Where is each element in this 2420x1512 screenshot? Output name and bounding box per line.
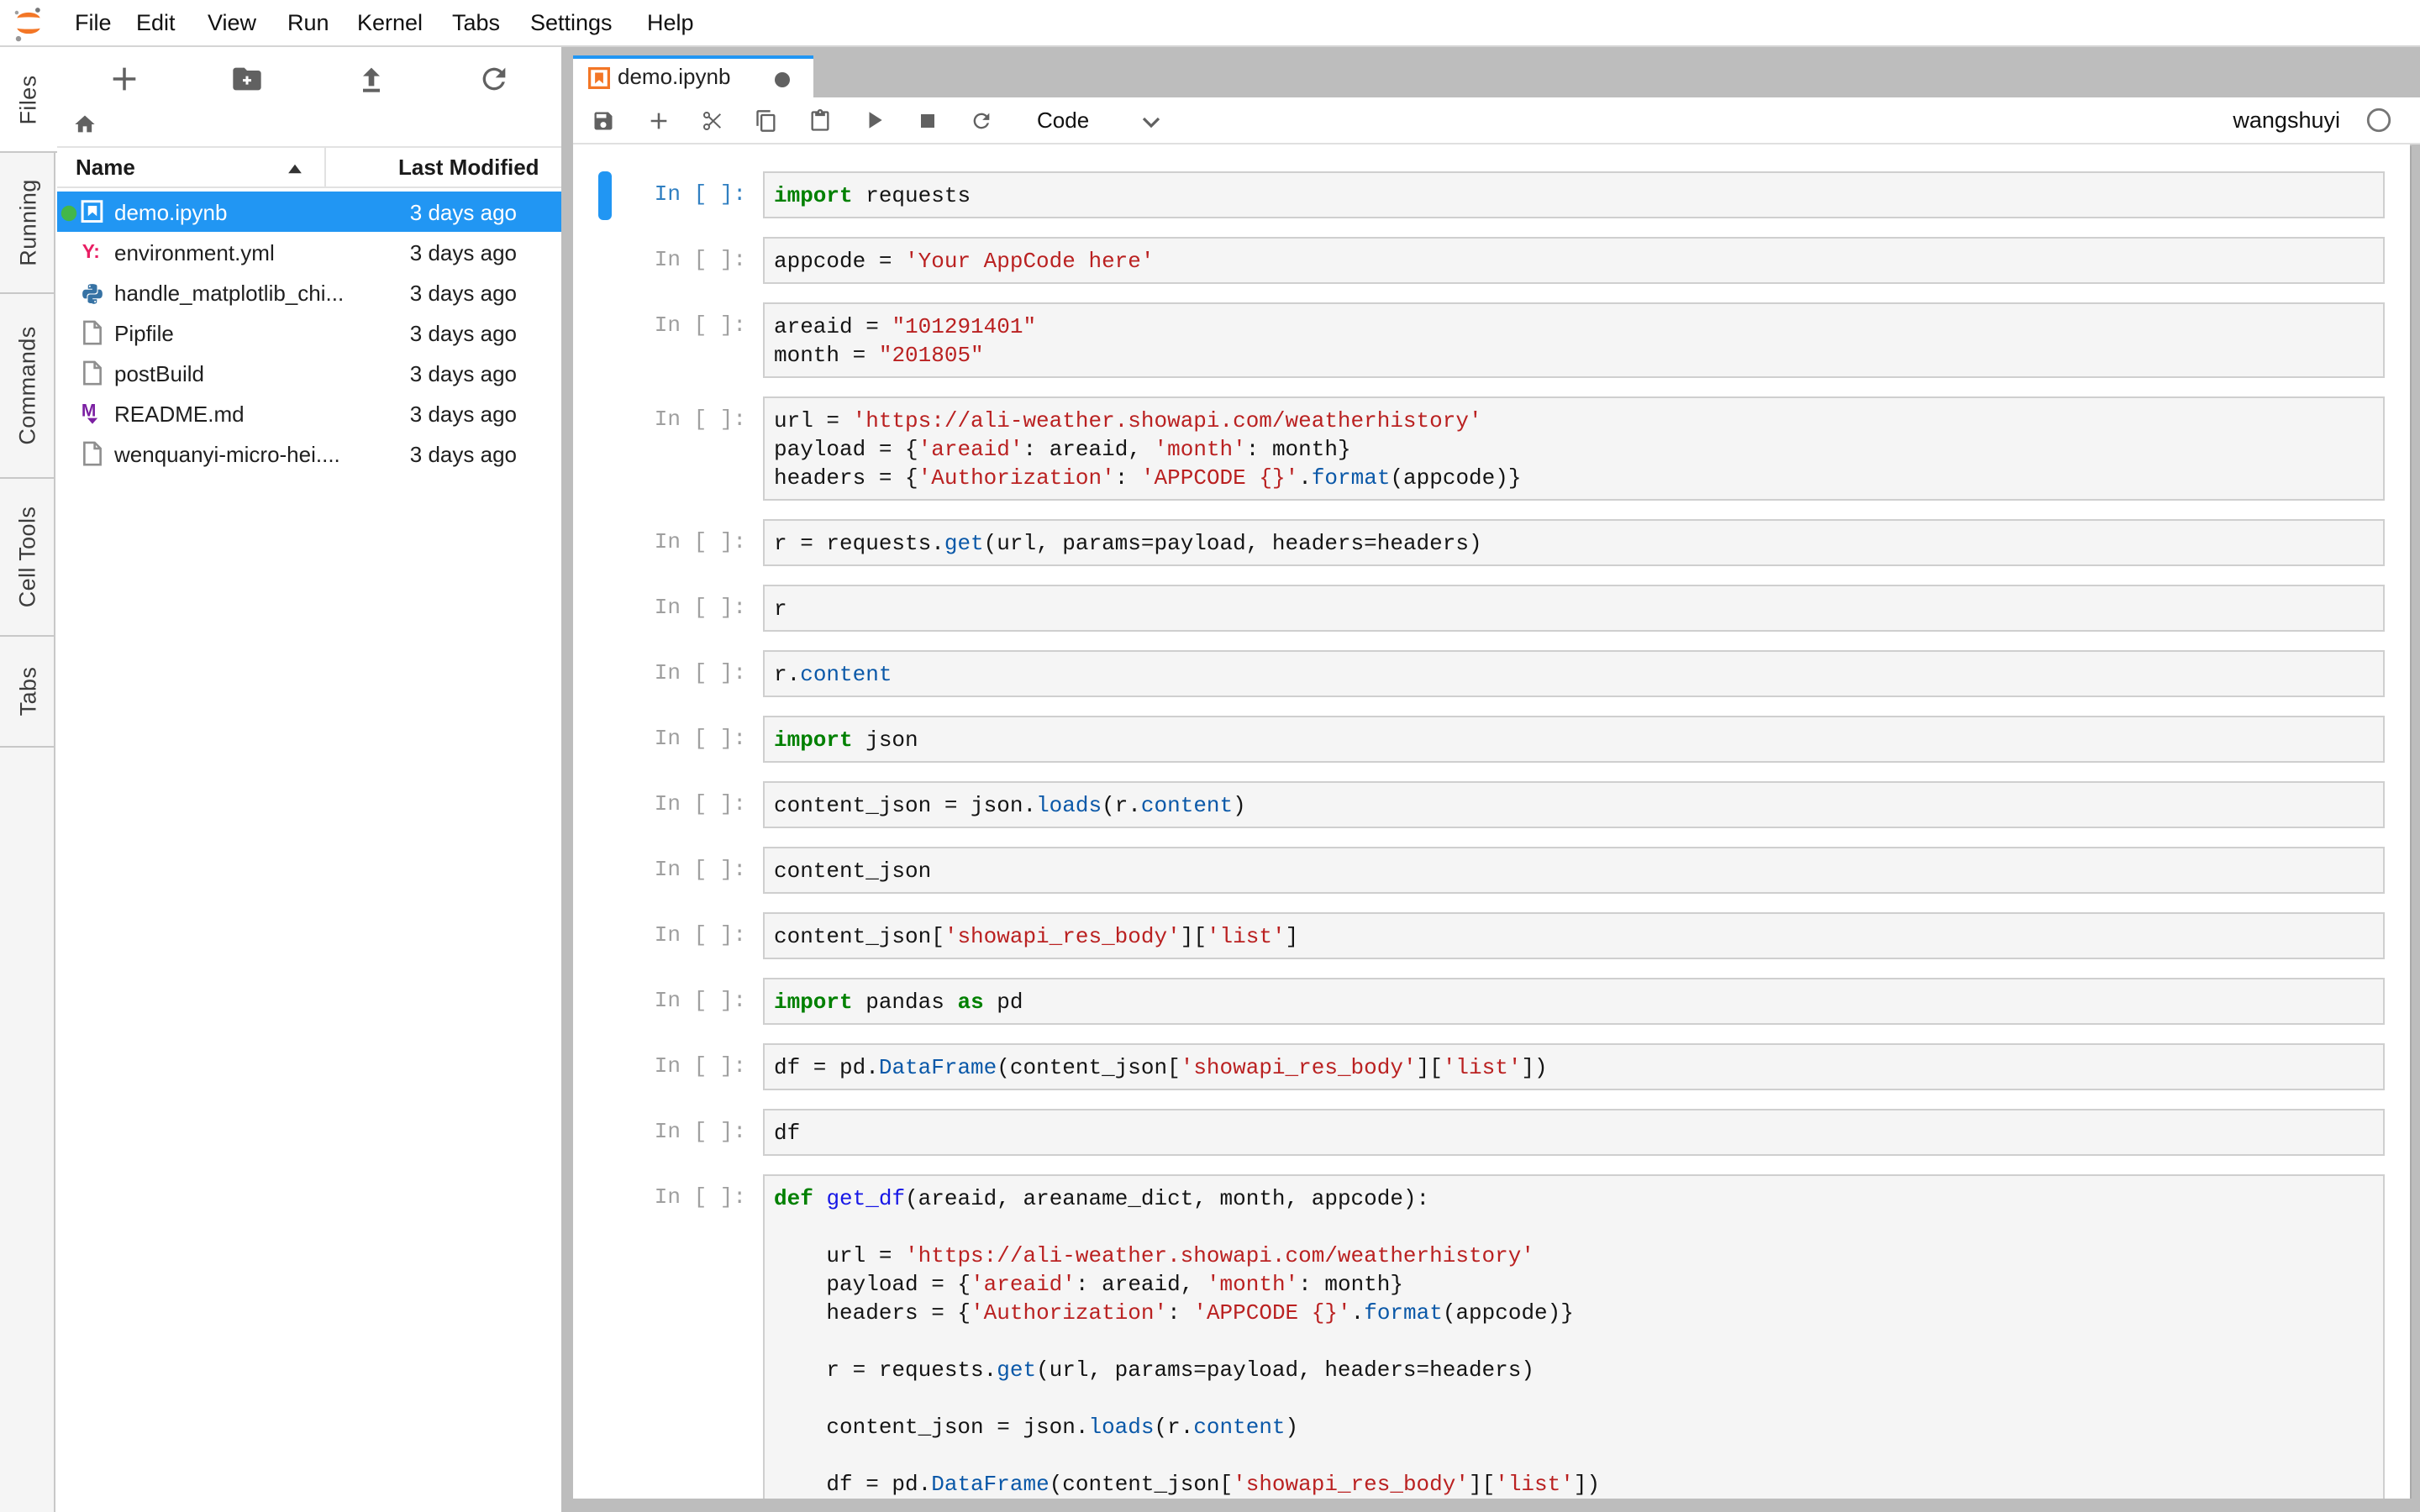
svg-text:M: M: [82, 402, 97, 421]
svg-text:Y:: Y:: [82, 240, 100, 262]
